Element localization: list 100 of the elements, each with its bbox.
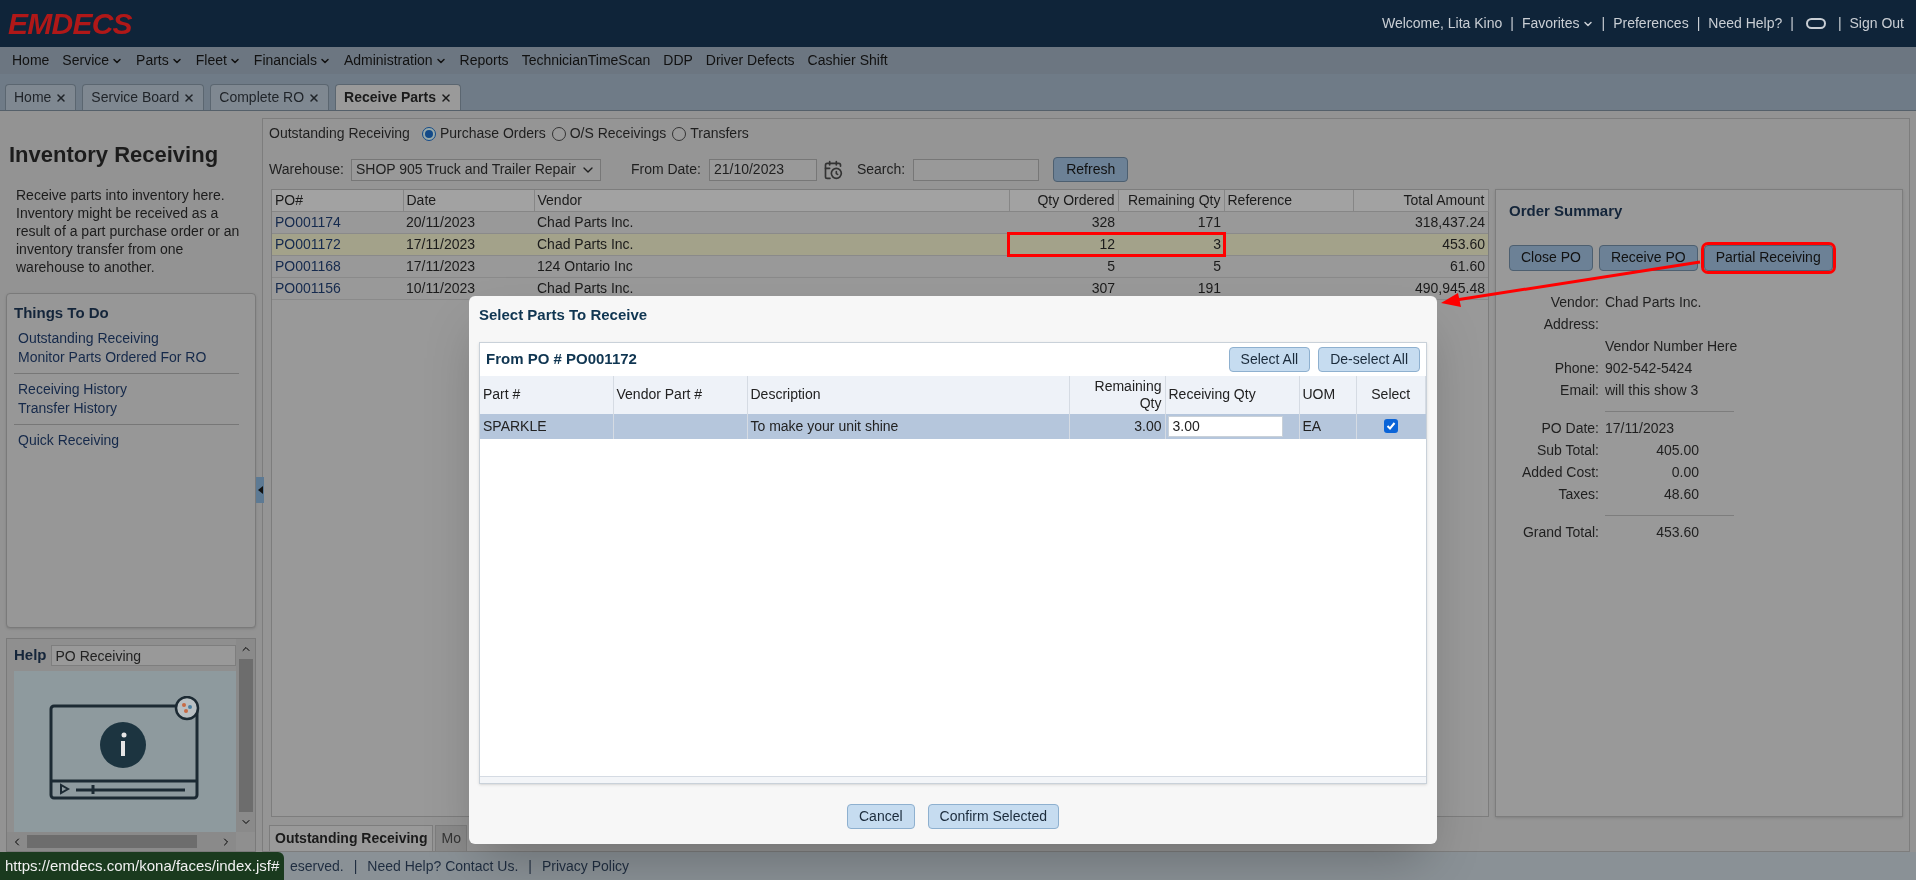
bottom-tab[interactable]: Outstanding Receiving — [269, 825, 434, 851]
column-header[interactable]: Qty Ordered — [1009, 190, 1118, 212]
column-header[interactable]: Remaining Qty — [1069, 375, 1165, 414]
column-header[interactable]: UOM — [1299, 375, 1356, 414]
todo-link[interactable]: Monitor Parts Ordered For RO — [18, 347, 239, 367]
column-header[interactable]: Reference — [1224, 190, 1353, 212]
header-link[interactable]: Preferences — [1613, 13, 1689, 34]
warehouse-select[interactable]: SHOP 905 Truck and Trailer Repair — [350, 158, 601, 181]
menu-item[interactable]: Home — [12, 50, 50, 71]
table-cell: 453.60 — [1353, 233, 1488, 256]
panel-title: Order Summary — [1509, 201, 1624, 221]
tab-label: Receive Parts — [344, 88, 436, 107]
column-header[interactable]: Date — [403, 190, 534, 212]
todo-link[interactable]: Transfer History — [18, 398, 239, 418]
table-cell: EA — [1299, 413, 1356, 439]
menu-item[interactable]: Parts — [136, 50, 183, 71]
tab[interactable]: Service Board — [82, 84, 205, 110]
radio-label: Transfers — [690, 124, 749, 143]
field-label: Grand Total: — [1523, 523, 1599, 540]
close-icon[interactable] — [439, 91, 452, 104]
table-row[interactable]: PO001172 17/11/2023 Chad Parts Inc. 12 3 453.60 — [272, 233, 1488, 256]
menu-item[interactable]: Administration — [343, 50, 447, 71]
tab[interactable]: Home — [5, 84, 77, 110]
help-topic-field[interactable]: PO Receiving — [50, 644, 236, 666]
table-row[interactable]: PO001174 20/11/2023 Chad Parts Inc. 328 171 318,437.24 — [272, 211, 1488, 234]
column-header[interactable]: Total Amount — [1353, 190, 1488, 212]
column-header[interactable]: Receiving Qty — [1165, 375, 1299, 414]
help-video-thumbnail[interactable] — [14, 670, 236, 832]
calendar-icon[interactable] — [822, 159, 843, 180]
panel-title: Things To Do — [14, 303, 110, 323]
column-header[interactable]: Remaining Qty — [1118, 190, 1224, 212]
close-icon[interactable] — [308, 91, 321, 104]
scrollbar[interactable] — [236, 639, 255, 832]
field-value: 0.00 — [1670, 462, 1699, 482]
column-header[interactable]: Part # — [480, 375, 613, 414]
field-label: Added Cost: — [1521, 463, 1599, 480]
todo-link[interactable]: Outstanding Receiving — [18, 328, 239, 348]
table-cell: 124 Ontario Inc — [534, 255, 1009, 278]
menu-item[interactable]: Service — [62, 50, 124, 71]
table-cell: 17/11/2023 — [403, 233, 534, 256]
radio-option[interactable]: Purchase Orders — [421, 123, 546, 144]
separator: | — [1696, 14, 1701, 33]
collapse-handle[interactable] — [256, 477, 264, 503]
table-cell: 20/11/2023 — [403, 211, 534, 234]
tab[interactable]: Receive Parts — [335, 84, 461, 110]
menu-item[interactable]: Reports — [459, 50, 509, 71]
footer-text[interactable]: Privacy Policy — [541, 855, 630, 877]
bottom-tab[interactable]: Mo — [435, 825, 467, 851]
summary-button[interactable]: Partial Receiving — [1703, 244, 1833, 271]
page-description: Receive parts into inventory here. Inventory might be received as a result of a part purchase order or an inventory transfer from one warehouse to another. — [15, 186, 241, 276]
table-cell: PO001172 — [272, 233, 403, 256]
table-cell: PO001174 — [272, 211, 403, 234]
header-link[interactable]: Sign Out — [1849, 13, 1904, 34]
menu-item[interactable]: Cashier Shift — [807, 50, 888, 71]
menu-item[interactable]: DDP — [663, 50, 693, 71]
radio-icon[interactable] — [421, 126, 436, 141]
status-url-tooltip: https://emdecs.com/kona/faces/index.jsf# — [0, 852, 285, 880]
table-row[interactable]: PO001168 17/11/2023 124 Ontario Inc 5 5 61.60 — [272, 255, 1488, 278]
column-header[interactable]: Vendor — [534, 190, 1009, 212]
horizontal-scrollbar[interactable] — [7, 832, 236, 851]
todo-link[interactable]: Receiving History — [18, 379, 239, 399]
toggle-icon[interactable] — [1805, 18, 1826, 29]
dialog-title: Select Parts To Receive — [479, 305, 649, 325]
refresh-button[interactable]: Refresh — [1053, 157, 1129, 182]
table-cell: 17/11/2023 — [403, 255, 534, 278]
header-link[interactable]: Need Help? — [1708, 13, 1783, 34]
todo-link[interactable]: Quick Receiving — [18, 430, 239, 450]
radio-icon[interactable] — [672, 126, 687, 141]
field-value: 453.60 — [1655, 522, 1699, 542]
select-action-button[interactable]: Select All — [1228, 346, 1311, 372]
select-checkbox[interactable] — [1384, 419, 1398, 433]
from-date-field[interactable]: 21/10/2023 — [708, 158, 817, 181]
table-cell: 3.00 — [1069, 413, 1165, 439]
receiving-qty-field[interactable]: 3.00 — [1167, 415, 1283, 437]
field-label: Taxes: — [1558, 485, 1599, 502]
menu-item[interactable]: TechnicianTimeScan — [521, 50, 651, 71]
radio-icon[interactable] — [551, 126, 566, 141]
summary-button[interactable]: Close PO — [1509, 244, 1593, 271]
table-cell: PO001168 — [272, 255, 403, 278]
summary-button[interactable]: Receive PO — [1598, 244, 1698, 271]
favorites-menu[interactable]: Favorites — [1521, 13, 1594, 34]
close-icon[interactable] — [183, 91, 196, 104]
radio-option[interactable]: O/S Receivings — [551, 123, 667, 144]
column-header[interactable]: PO# — [272, 190, 403, 212]
search-field[interactable] — [913, 158, 1040, 181]
menu-item[interactable]: Driver Defects — [705, 50, 795, 71]
menu-item[interactable]: Fleet — [195, 50, 241, 71]
close-icon[interactable] — [55, 91, 68, 104]
logo: EMDECS — [8, 6, 132, 42]
tab[interactable]: Complete RO — [210, 84, 330, 110]
dialog-button[interactable]: Cancel — [847, 803, 915, 829]
footer-text[interactable]: Need Help? Contact Us. — [367, 855, 519, 877]
select-action-button[interactable]: De-select All — [1318, 346, 1420, 372]
column-header[interactable]: Select — [1356, 375, 1426, 414]
column-header[interactable]: Description — [747, 375, 1069, 414]
radio-option[interactable]: Transfers — [672, 123, 749, 144]
menu-item[interactable]: Financials — [253, 50, 331, 71]
footer-text: | — [353, 856, 358, 876]
column-header[interactable]: Vendor Part # — [613, 375, 747, 414]
dialog-button[interactable]: Confirm Selected — [927, 803, 1059, 829]
